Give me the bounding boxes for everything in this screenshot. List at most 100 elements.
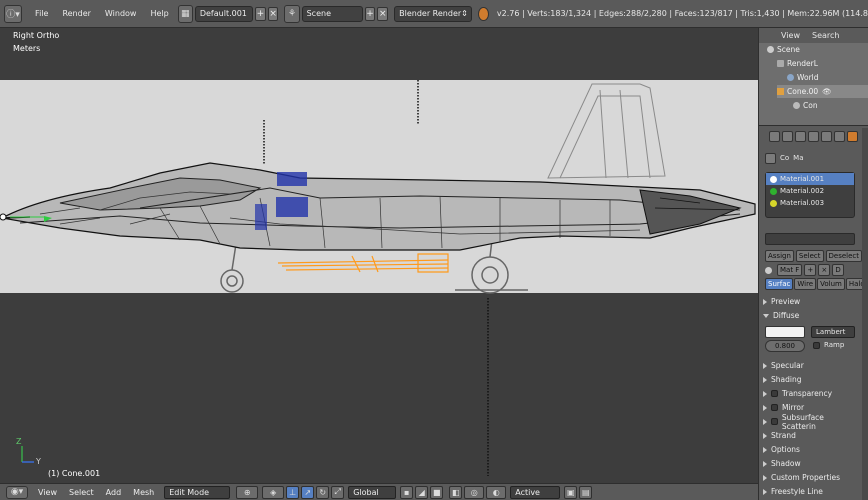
render-engine-select[interactable]: Blender Render ⇕ — [394, 5, 473, 22]
panel-transparency[interactable]: Transparency — [763, 387, 859, 400]
panel-diffuse[interactable]: Diffuse — [763, 309, 859, 322]
object-tab-icon[interactable] — [821, 130, 832, 142]
menu-help[interactable]: Help — [150, 9, 168, 18]
menu-window[interactable]: Window — [105, 9, 137, 18]
vertex-select-icon[interactable]: ▪ — [400, 485, 414, 499]
editor-type-3d-button[interactable]: ◉▾ — [6, 485, 28, 499]
snap-target-select[interactable]: Active — [510, 485, 561, 499]
panel-specular[interactable]: Specular — [763, 359, 859, 372]
material-slot-list[interactable]: Material.001 Material.002 Material.003 — [765, 172, 855, 218]
menu-mesh[interactable]: Mesh — [133, 488, 154, 497]
diffuse-intensity-field[interactable]: 0.800 — [765, 340, 805, 352]
material-slot-label: Material.002 — [780, 187, 825, 195]
eye-icon[interactable]: 👁 — [822, 87, 832, 96]
screen-layout-field[interactable]: Default.001 — [194, 5, 253, 22]
pin-icon[interactable] — [765, 152, 776, 164]
mode-select[interactable]: Edit Mode — [164, 485, 231, 499]
world-tab-icon[interactable] — [808, 130, 819, 142]
material-filter-field[interactable] — [765, 233, 855, 245]
panel-options[interactable]: Options — [763, 443, 859, 456]
unlink-material-icon[interactable]: × — [818, 264, 831, 276]
opengl-render-icon[interactable]: ▤ — [579, 485, 593, 499]
material-tab-icon[interactable] — [847, 130, 858, 142]
outliner-item-world[interactable]: World — [787, 71, 819, 84]
manipulator-toggle-icon[interactable]: ⊥ — [286, 485, 300, 499]
tab-wire[interactable]: Wire — [794, 278, 817, 290]
outliner-tab-view[interactable]: View — [781, 31, 800, 40]
scene-icon[interactable]: ⚘ — [284, 4, 300, 23]
panel-preview[interactable]: Preview — [763, 295, 859, 308]
diffuse-shader-select[interactable]: Lambert — [811, 326, 855, 338]
viewport-shading-icon[interactable]: ⊕ — [236, 485, 259, 499]
limit-selection-icon[interactable]: ◧ — [449, 485, 463, 499]
diffuse-color-swatch[interactable] — [765, 326, 805, 338]
proportional-edit-icon[interactable]: ◎ — [464, 485, 485, 499]
rotate-icon[interactable]: ↻ — [316, 485, 330, 499]
material-slot[interactable]: Material.003 — [766, 197, 854, 209]
menu-add[interactable]: Add — [106, 488, 122, 497]
ramp-checkbox[interactable] — [813, 341, 820, 349]
outliner-item-scene[interactable]: Scene — [767, 43, 800, 56]
render-tab-icon[interactable] — [769, 130, 780, 142]
viewport-canvas[interactable] — [0, 28, 758, 483]
snap-toggle-icon[interactable]: ◐ — [486, 485, 507, 499]
render-engine-label: Blender Render — [399, 9, 462, 18]
scene-field[interactable]: Scene — [301, 5, 363, 22]
pivot-point-icon[interactable]: ◈ — [262, 485, 285, 499]
material-slot[interactable]: Material.001 — [766, 173, 854, 185]
tab-surface[interactable]: Surfac — [765, 278, 794, 290]
material-slot[interactable]: Material.002 — [766, 185, 854, 197]
properties-scrollbar[interactable] — [862, 128, 868, 500]
deselect-button[interactable]: Deselect — [825, 250, 863, 262]
material-name-field[interactable]: Mat F — [777, 264, 803, 276]
add-material-icon[interactable]: + — [804, 264, 817, 276]
add-scene-icon[interactable]: + — [364, 6, 376, 21]
panel-title: Shading — [771, 375, 802, 384]
chevron-down-icon — [763, 313, 769, 318]
add-screen-icon[interactable]: + — [254, 6, 266, 21]
data-link-select[interactable]: D — [832, 264, 844, 276]
delete-scene-icon[interactable]: × — [377, 6, 389, 21]
translate-icon[interactable]: ↗ — [301, 485, 315, 499]
chevron-updown-icon: ⇕ — [461, 9, 468, 18]
panel-freestyle-line[interactable]: Freestyle Line — [763, 485, 859, 498]
mesh-data-icon — [793, 102, 800, 109]
outliner-item-renderlayers[interactable]: RenderL — [777, 57, 818, 70]
menu-select[interactable]: Select — [69, 488, 94, 497]
delete-screen-icon[interactable]: × — [267, 6, 279, 21]
outliner-tab-search[interactable]: Search — [812, 31, 839, 40]
outliner-item-cone-mesh[interactable]: Con — [793, 99, 818, 112]
face-select-icon[interactable]: ■ — [430, 485, 444, 499]
menu-render[interactable]: Render — [62, 9, 90, 18]
modifiers-tab-icon[interactable] — [834, 130, 845, 142]
render-layers-tab-icon[interactable] — [782, 130, 793, 142]
3d-viewport[interactable]: Right Ortho Meters Z Y (1) Cone.001 — [0, 28, 758, 483]
panel-title: Freestyle Line — [771, 487, 823, 496]
render-layers-icon — [777, 60, 784, 67]
panel-strand[interactable]: Strand — [763, 429, 859, 442]
assign-button[interactable]: Assign — [765, 250, 794, 262]
mirror-checkbox[interactable] — [771, 404, 778, 411]
editor-type-info-button[interactable]: ⓘ▾ — [4, 4, 23, 23]
panel-subsurface[interactable]: Subsurface Scatterin — [763, 413, 859, 431]
outliner-item-cone[interactable]: Cone.00 👁 — [777, 85, 868, 98]
subsurface-checkbox[interactable] — [771, 418, 778, 425]
panel-shadow[interactable]: Shadow — [763, 457, 859, 470]
panel-custom-properties[interactable]: Custom Properties — [763, 471, 859, 484]
outliner-item-label: Scene — [777, 45, 800, 54]
scene-tab-icon[interactable] — [795, 130, 806, 142]
select-button[interactable]: Select — [795, 250, 824, 262]
screen-layout-icon[interactable]: ▦ — [177, 4, 193, 23]
menu-file[interactable]: File — [35, 9, 48, 18]
scale-icon[interactable]: ⤢ — [331, 485, 345, 499]
ramp-toggle[interactable]: Ramp — [813, 341, 844, 349]
menu-view[interactable]: View — [38, 488, 57, 497]
render-preview-icon[interactable]: ▣ — [564, 485, 578, 499]
tab-volume[interactable]: Volum — [817, 278, 845, 290]
transform-orientation-select[interactable]: Global — [348, 485, 397, 499]
outliner-item-label: Con — [803, 101, 818, 110]
edge-select-icon[interactable]: ◢ — [415, 485, 429, 499]
transparency-checkbox[interactable] — [771, 390, 778, 397]
outliner-item-label: RenderL — [787, 59, 818, 68]
panel-shading[interactable]: Shading — [763, 373, 859, 386]
